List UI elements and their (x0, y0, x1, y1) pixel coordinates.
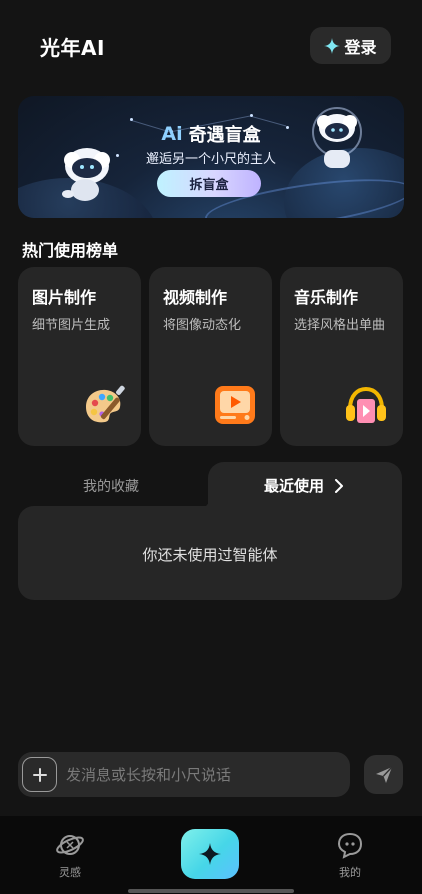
login-label: 登录 (344, 37, 377, 57)
sparkle-icon (199, 843, 221, 865)
planet-icon (56, 835, 84, 855)
header: 光年AI 登录 (0, 0, 422, 92)
ai-logo: Ai (161, 123, 183, 145)
ai-create-button[interactable] (181, 829, 239, 879)
tab-favorites[interactable]: 我的收藏 (83, 476, 139, 496)
chevron-right-icon (335, 478, 344, 493)
message-input-bar (18, 752, 350, 797)
banner-title: 奇遇盲盒 (188, 125, 261, 146)
video-player-icon (215, 386, 255, 424)
card-desc: 细节图片生成 (32, 318, 111, 333)
nav-profile[interactable]: 我的 (320, 830, 380, 880)
nav-inspiration[interactable]: 灵感 (40, 830, 100, 880)
chat-bubble-icon (337, 832, 363, 859)
open-blind-box-button[interactable]: 拆盲盒 (157, 170, 261, 197)
nav-label: 我的 (339, 866, 361, 879)
bottom-navigation: 灵感 我的 (0, 816, 422, 894)
app-title: 光年AI (40, 36, 105, 60)
card-image-creation[interactable]: 图片制作 细节图片生成 (18, 267, 141, 446)
plus-icon (32, 767, 47, 782)
tab-recent-label: 最近使用 (264, 477, 325, 495)
empty-state-text: 你还未使用过智能体 (142, 546, 278, 564)
card-title: 图片制作 (32, 288, 97, 307)
login-button[interactable]: 登录 (310, 27, 391, 64)
tab-curve-decoration (196, 476, 226, 510)
card-title: 音乐制作 (294, 288, 359, 307)
add-button[interactable] (22, 757, 57, 792)
card-music-creation[interactable]: 音乐制作 选择风格出单曲 (280, 267, 403, 446)
card-video-creation[interactable]: 视频制作 将图像动态化 (149, 267, 272, 446)
send-icon (375, 766, 393, 783)
section-title: 热门使用榜单 (22, 241, 119, 260)
headphones-music-icon (346, 386, 386, 423)
banner-title-row: Ai 奇遇盲盒 (0, 121, 422, 147)
card-desc: 将图像动态化 (163, 318, 242, 333)
nav-label: 灵感 (59, 866, 81, 879)
tab-recent[interactable]: 最近使用 (264, 475, 344, 496)
send-button[interactable] (364, 755, 403, 794)
message-input[interactable] (66, 752, 336, 797)
card-desc: 选择风格出单曲 (294, 318, 386, 333)
banner-subtitle: 邂逅另一个小尺的主人 (145, 152, 276, 167)
palette-icon (86, 385, 125, 423)
usage-tabs: 我的收藏 最近使用 你还未使用过智能体 (18, 462, 402, 600)
sparkle-icon (324, 37, 341, 54)
home-indicator (128, 889, 294, 893)
card-title: 视频制作 (163, 288, 228, 307)
